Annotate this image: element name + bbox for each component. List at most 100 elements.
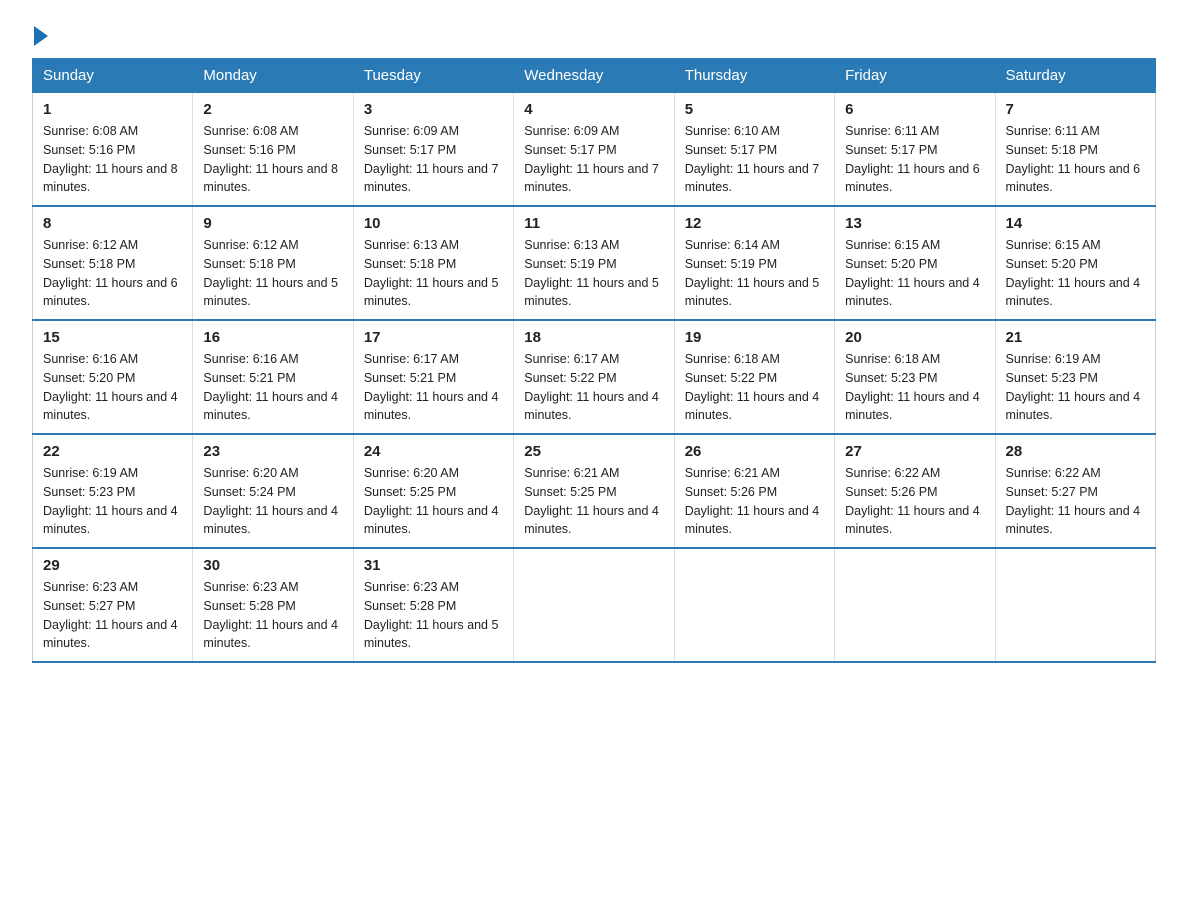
- table-row: 22 Sunrise: 6:19 AM Sunset: 5:23 PM Dayl…: [33, 434, 193, 548]
- table-row: 7 Sunrise: 6:11 AM Sunset: 5:18 PM Dayli…: [995, 93, 1155, 207]
- sunset-text: Sunset: 5:19 PM: [685, 255, 824, 274]
- table-row: [995, 548, 1155, 662]
- table-row: 19 Sunrise: 6:18 AM Sunset: 5:22 PM Dayl…: [674, 320, 834, 434]
- sunrise-text: Sunrise: 6:20 AM: [364, 464, 503, 483]
- sunrise-text: Sunrise: 6:11 AM: [1006, 122, 1145, 141]
- day-info: Sunrise: 6:11 AM Sunset: 5:17 PM Dayligh…: [845, 122, 984, 197]
- day-number: 9: [203, 215, 342, 232]
- sunrise-text: Sunrise: 6:21 AM: [685, 464, 824, 483]
- sunrise-text: Sunrise: 6:21 AM: [524, 464, 663, 483]
- day-number: 28: [1006, 443, 1145, 460]
- table-row: 23 Sunrise: 6:20 AM Sunset: 5:24 PM Dayl…: [193, 434, 353, 548]
- col-saturday: Saturday: [995, 59, 1155, 93]
- col-monday: Monday: [193, 59, 353, 93]
- day-number: 4: [524, 101, 663, 118]
- day-info: Sunrise: 6:17 AM Sunset: 5:21 PM Dayligh…: [364, 350, 503, 425]
- day-number: 22: [43, 443, 182, 460]
- sunset-text: Sunset: 5:20 PM: [43, 369, 182, 388]
- sunset-text: Sunset: 5:20 PM: [845, 255, 984, 274]
- day-info: Sunrise: 6:12 AM Sunset: 5:18 PM Dayligh…: [203, 236, 342, 311]
- sunset-text: Sunset: 5:18 PM: [43, 255, 182, 274]
- day-info: Sunrise: 6:09 AM Sunset: 5:17 PM Dayligh…: [524, 122, 663, 197]
- page-header: [32, 24, 1156, 42]
- calendar-table: Sunday Monday Tuesday Wednesday Thursday…: [32, 58, 1156, 663]
- daylight-text: Daylight: 11 hours and 4 minutes.: [685, 502, 824, 540]
- sunrise-text: Sunrise: 6:17 AM: [364, 350, 503, 369]
- sunrise-text: Sunrise: 6:09 AM: [364, 122, 503, 141]
- sunset-text: Sunset: 5:20 PM: [1006, 255, 1145, 274]
- sunrise-text: Sunrise: 6:16 AM: [203, 350, 342, 369]
- table-row: 18 Sunrise: 6:17 AM Sunset: 5:22 PM Dayl…: [514, 320, 674, 434]
- table-row: 9 Sunrise: 6:12 AM Sunset: 5:18 PM Dayli…: [193, 206, 353, 320]
- sunrise-text: Sunrise: 6:13 AM: [364, 236, 503, 255]
- table-row: 21 Sunrise: 6:19 AM Sunset: 5:23 PM Dayl…: [995, 320, 1155, 434]
- table-row: 12 Sunrise: 6:14 AM Sunset: 5:19 PM Dayl…: [674, 206, 834, 320]
- sunset-text: Sunset: 5:23 PM: [1006, 369, 1145, 388]
- daylight-text: Daylight: 11 hours and 5 minutes.: [203, 274, 342, 312]
- day-number: 2: [203, 101, 342, 118]
- sunrise-text: Sunrise: 6:19 AM: [43, 464, 182, 483]
- daylight-text: Daylight: 11 hours and 8 minutes.: [43, 160, 182, 198]
- day-number: 1: [43, 101, 182, 118]
- sunset-text: Sunset: 5:17 PM: [524, 141, 663, 160]
- sunset-text: Sunset: 5:22 PM: [685, 369, 824, 388]
- day-number: 12: [685, 215, 824, 232]
- day-info: Sunrise: 6:11 AM Sunset: 5:18 PM Dayligh…: [1006, 122, 1145, 197]
- sunrise-text: Sunrise: 6:23 AM: [203, 578, 342, 597]
- day-info: Sunrise: 6:16 AM Sunset: 5:21 PM Dayligh…: [203, 350, 342, 425]
- sunrise-text: Sunrise: 6:23 AM: [364, 578, 503, 597]
- table-row: 30 Sunrise: 6:23 AM Sunset: 5:28 PM Dayl…: [193, 548, 353, 662]
- day-number: 16: [203, 329, 342, 346]
- day-info: Sunrise: 6:23 AM Sunset: 5:27 PM Dayligh…: [43, 578, 182, 653]
- sunset-text: Sunset: 5:18 PM: [203, 255, 342, 274]
- table-row: 17 Sunrise: 6:17 AM Sunset: 5:21 PM Dayl…: [353, 320, 513, 434]
- table-row: 31 Sunrise: 6:23 AM Sunset: 5:28 PM Dayl…: [353, 548, 513, 662]
- day-info: Sunrise: 6:17 AM Sunset: 5:22 PM Dayligh…: [524, 350, 663, 425]
- sunrise-text: Sunrise: 6:22 AM: [845, 464, 984, 483]
- daylight-text: Daylight: 11 hours and 7 minutes.: [364, 160, 503, 198]
- sunset-text: Sunset: 5:21 PM: [364, 369, 503, 388]
- calendar-week-row: 15 Sunrise: 6:16 AM Sunset: 5:20 PM Dayl…: [33, 320, 1156, 434]
- daylight-text: Daylight: 11 hours and 4 minutes.: [524, 388, 663, 426]
- day-number: 17: [364, 329, 503, 346]
- table-row: 13 Sunrise: 6:15 AM Sunset: 5:20 PM Dayl…: [835, 206, 995, 320]
- table-row: 16 Sunrise: 6:16 AM Sunset: 5:21 PM Dayl…: [193, 320, 353, 434]
- table-row: 20 Sunrise: 6:18 AM Sunset: 5:23 PM Dayl…: [835, 320, 995, 434]
- day-info: Sunrise: 6:21 AM Sunset: 5:26 PM Dayligh…: [685, 464, 824, 539]
- daylight-text: Daylight: 11 hours and 4 minutes.: [203, 502, 342, 540]
- sunrise-text: Sunrise: 6:16 AM: [43, 350, 182, 369]
- sunset-text: Sunset: 5:27 PM: [43, 597, 182, 616]
- day-number: 6: [845, 101, 984, 118]
- day-number: 25: [524, 443, 663, 460]
- day-info: Sunrise: 6:13 AM Sunset: 5:18 PM Dayligh…: [364, 236, 503, 311]
- day-info: Sunrise: 6:19 AM Sunset: 5:23 PM Dayligh…: [1006, 350, 1145, 425]
- day-number: 5: [685, 101, 824, 118]
- table-row: 28 Sunrise: 6:22 AM Sunset: 5:27 PM Dayl…: [995, 434, 1155, 548]
- day-number: 21: [1006, 329, 1145, 346]
- day-info: Sunrise: 6:20 AM Sunset: 5:24 PM Dayligh…: [203, 464, 342, 539]
- table-row: [835, 548, 995, 662]
- daylight-text: Daylight: 11 hours and 4 minutes.: [203, 388, 342, 426]
- daylight-text: Daylight: 11 hours and 6 minutes.: [845, 160, 984, 198]
- sunset-text: Sunset: 5:25 PM: [364, 483, 503, 502]
- sunset-text: Sunset: 5:26 PM: [845, 483, 984, 502]
- day-info: Sunrise: 6:15 AM Sunset: 5:20 PM Dayligh…: [845, 236, 984, 311]
- sunrise-text: Sunrise: 6:08 AM: [43, 122, 182, 141]
- day-number: 26: [685, 443, 824, 460]
- table-row: 29 Sunrise: 6:23 AM Sunset: 5:27 PM Dayl…: [33, 548, 193, 662]
- day-number: 18: [524, 329, 663, 346]
- daylight-text: Daylight: 11 hours and 4 minutes.: [845, 274, 984, 312]
- day-number: 10: [364, 215, 503, 232]
- sunset-text: Sunset: 5:16 PM: [43, 141, 182, 160]
- sunrise-text: Sunrise: 6:19 AM: [1006, 350, 1145, 369]
- sunset-text: Sunset: 5:19 PM: [524, 255, 663, 274]
- sunrise-text: Sunrise: 6:12 AM: [43, 236, 182, 255]
- day-info: Sunrise: 6:16 AM Sunset: 5:20 PM Dayligh…: [43, 350, 182, 425]
- table-row: 25 Sunrise: 6:21 AM Sunset: 5:25 PM Dayl…: [514, 434, 674, 548]
- day-info: Sunrise: 6:08 AM Sunset: 5:16 PM Dayligh…: [43, 122, 182, 197]
- daylight-text: Daylight: 11 hours and 4 minutes.: [845, 388, 984, 426]
- sunset-text: Sunset: 5:17 PM: [364, 141, 503, 160]
- sunrise-text: Sunrise: 6:08 AM: [203, 122, 342, 141]
- daylight-text: Daylight: 11 hours and 4 minutes.: [1006, 502, 1145, 540]
- day-number: 24: [364, 443, 503, 460]
